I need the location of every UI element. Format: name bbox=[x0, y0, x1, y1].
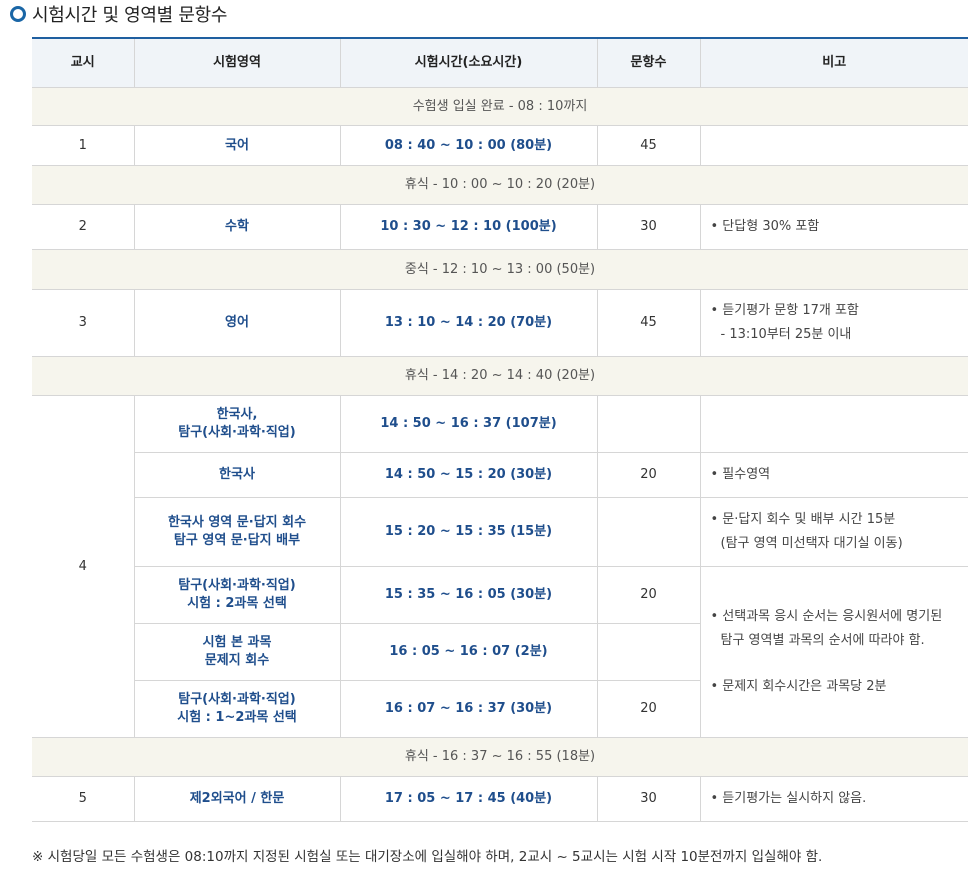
count-cell: 20 bbox=[596, 566, 701, 624]
area-line: 탐구(사회·과학·직업) bbox=[178, 425, 296, 440]
time-cell: 10 : 30 ~ 12 : 10 (100분) bbox=[339, 204, 598, 250]
header-time: 시험시간(소요시간) bbox=[339, 38, 598, 88]
note-line: • 듣기평가 문항 17개 포함 bbox=[710, 303, 859, 318]
table-row-period-4-overall: 4 한국사, 탐구(사회·과학·직업) 14 : 50 ~ 16 : 37 (1… bbox=[32, 395, 968, 738]
note-cell: • 필수영역 bbox=[699, 452, 968, 498]
header-count: 문항수 bbox=[596, 38, 701, 88]
time-cell: 08 : 40 ~ 10 : 00 (80분) bbox=[339, 125, 598, 166]
note-cell: • 선택과목 응시 순서는 응시원서에 명기된 탐구 영역별 과목의 순서에 따… bbox=[699, 566, 968, 738]
note-cell bbox=[699, 395, 968, 453]
note-line: • 선택과목 응시 순서는 응시원서에 명기된 bbox=[710, 609, 943, 624]
area-line: 탐구(사회·과학·직업) bbox=[178, 578, 296, 593]
band-break2: 휴식 - 14 : 20 ~ 14 : 40 (20분) bbox=[32, 356, 968, 396]
band-break3: 휴식 - 16 : 37 ~ 16 : 55 (18분) bbox=[32, 737, 968, 777]
ring-bullet-icon bbox=[10, 6, 26, 22]
note-line: (탐구 영역 미선택자 대기실 이동) bbox=[720, 536, 903, 551]
area-line: 시험 : 2과목 선택 bbox=[187, 596, 287, 611]
area-cell: 한국사 영역 문·답지 회수 탐구 영역 문·답지 배부 bbox=[134, 497, 341, 567]
table-row-period-4-inquiry-2: 탐구(사회·과학·직업) 시험 : 2과목 선택 15 : 35 ~ 16 : … bbox=[32, 566, 968, 738]
count-cell: 20 bbox=[596, 452, 701, 498]
note-cell: • 듣기평가는 실시하지 않음. bbox=[699, 776, 968, 822]
header-area: 시험영역 bbox=[133, 38, 341, 88]
band-row-break1: 휴식 - 10 : 00 ~ 10 : 20 (20분) bbox=[32, 165, 968, 205]
time-cell: 15 : 20 ~ 15 : 35 (15분) bbox=[339, 497, 598, 567]
band-row-break2: 휴식 - 14 : 20 ~ 14 : 40 (20분) bbox=[32, 356, 968, 396]
count-cell: 45 bbox=[596, 125, 701, 166]
time-cell: 14 : 50 ~ 16 : 37 (107분) bbox=[339, 395, 598, 453]
note-cell bbox=[699, 125, 968, 166]
count-cell bbox=[596, 497, 701, 567]
exam-schedule-table: 교시 시험영역 시험시간(소요시간) 문항수 비고 수험생 입실 완료 - 08… bbox=[32, 37, 968, 822]
time-cell: 13 : 10 ~ 14 : 20 (70분) bbox=[339, 289, 598, 357]
area-cell: 수학 bbox=[133, 204, 341, 250]
area-cell: 한국사 bbox=[134, 452, 341, 498]
section-title: 시험시간 및 영역별 문항수 bbox=[10, 2, 227, 26]
area-cell: 시험 본 과목 문제지 회수 bbox=[134, 623, 341, 681]
period-cell: 2 bbox=[32, 204, 135, 250]
note-line: 탐구 영역별 과목의 순서에 따라야 함. bbox=[720, 633, 925, 648]
count-cell: 20 bbox=[596, 680, 700, 738]
note-cell: • 단답형 30% 포함 bbox=[699, 204, 968, 250]
band-lunch: 중식 - 12 : 10 ~ 13 : 00 (50분) bbox=[32, 249, 968, 290]
header-note: 비고 bbox=[699, 38, 968, 88]
area-line: 한국사, bbox=[216, 407, 258, 422]
count-cell bbox=[596, 623, 700, 681]
area-cell: 탐구(사회·과학·직업) 시험 : 1~2과목 선택 bbox=[134, 680, 341, 738]
period-cell: 5 bbox=[32, 776, 135, 822]
count-cell: 45 bbox=[596, 289, 701, 357]
period-cell: 3 bbox=[32, 289, 135, 357]
area-line: 문제지 회수 bbox=[204, 653, 270, 668]
area-line: 탐구(사회·과학·직업) bbox=[178, 692, 296, 707]
area-cell: 영어 bbox=[133, 289, 341, 357]
count-cell: 30 bbox=[596, 776, 701, 822]
time-cell: 15 : 35 ~ 16 : 05 (30분) bbox=[339, 566, 598, 624]
area-line: 시험 : 1~2과목 선택 bbox=[177, 710, 297, 725]
count-cell bbox=[596, 395, 701, 453]
band-row-break3: 휴식 - 16 : 37 ~ 16 : 55 (18분) bbox=[32, 737, 968, 777]
note-line: - 13:10부터 25분 이내 bbox=[720, 327, 852, 342]
area-cell: 제2외국어 / 한문 bbox=[133, 776, 341, 822]
count-cell: 30 bbox=[596, 204, 701, 250]
time-cell: 14 : 50 ~ 15 : 20 (30분) bbox=[339, 452, 598, 498]
area-line: 시험 본 과목 bbox=[202, 635, 272, 650]
footnote: ※ 시험당일 모든 수험생은 08:10까지 지정된 시험실 또는 대기장소에 … bbox=[32, 849, 823, 865]
band-row-entry: 수험생 입실 완료 - 08 : 10까지 bbox=[32, 87, 968, 126]
period-cell: 4 bbox=[32, 395, 135, 738]
time-cell: 16 : 05 ~ 16 : 07 (2분) bbox=[339, 623, 598, 681]
band-row-lunch: 중식 - 12 : 10 ~ 13 : 00 (50분) bbox=[32, 249, 968, 290]
area-cell: 탐구(사회·과학·직업) 시험 : 2과목 선택 bbox=[134, 566, 341, 624]
area-cell: 국어 bbox=[133, 125, 341, 166]
note-cell: • 듣기평가 문항 17개 포함 - 13:10부터 25분 이내 bbox=[699, 289, 968, 357]
band-break1: 휴식 - 10 : 00 ~ 10 : 20 (20분) bbox=[32, 165, 968, 205]
table-row-period-4-history: 한국사 14 : 50 ~ 15 : 20 (30분) 20 • 필수영역 bbox=[32, 452, 968, 498]
note-spacer bbox=[711, 653, 963, 675]
table-row-period-2: 2 수학 10 : 30 ~ 12 : 10 (100분) 30 • 단답형 3… bbox=[32, 204, 968, 250]
table-row-period-5: 5 제2외국어 / 한문 17 : 05 ~ 17 : 45 (40분) 30 … bbox=[32, 776, 968, 822]
header-period: 교시 bbox=[32, 38, 135, 88]
note-line: • 문·답지 회수 및 배부 시간 15분 bbox=[710, 512, 896, 527]
area-cell: 한국사, 탐구(사회·과학·직업) bbox=[133, 395, 341, 453]
table-row-period-4-handover: 한국사 영역 문·답지 회수 탐구 영역 문·답지 배부 15 : 20 ~ 1… bbox=[32, 497, 968, 567]
area-line: 한국사 영역 문·답지 회수 bbox=[167, 515, 307, 530]
band-entry: 수험생 입실 완료 - 08 : 10까지 bbox=[32, 87, 968, 126]
table-row-period-1: 1 국어 08 : 40 ~ 10 : 00 (80분) 45 bbox=[32, 125, 968, 166]
time-cell: 16 : 07 ~ 16 : 37 (30분) bbox=[339, 680, 598, 738]
note-line: • 문제지 회수시간은 과목당 2분 bbox=[710, 679, 887, 694]
period-cell: 1 bbox=[32, 125, 135, 166]
section-title-text: 시험시간 및 영역별 문항수 bbox=[32, 5, 228, 26]
note-cell: • 문·답지 회수 및 배부 시간 15분 (탐구 영역 미선택자 대기실 이동… bbox=[699, 497, 968, 567]
area-line: 탐구 영역 문·답지 배부 bbox=[173, 533, 301, 548]
table-header-row: 교시 시험영역 시험시간(소요시간) 문항수 비고 bbox=[32, 38, 968, 88]
time-cell: 17 : 05 ~ 17 : 45 (40분) bbox=[339, 776, 598, 822]
table-row-period-3: 3 영어 13 : 10 ~ 14 : 20 (70분) 45 • 듣기평가 문… bbox=[32, 289, 968, 357]
